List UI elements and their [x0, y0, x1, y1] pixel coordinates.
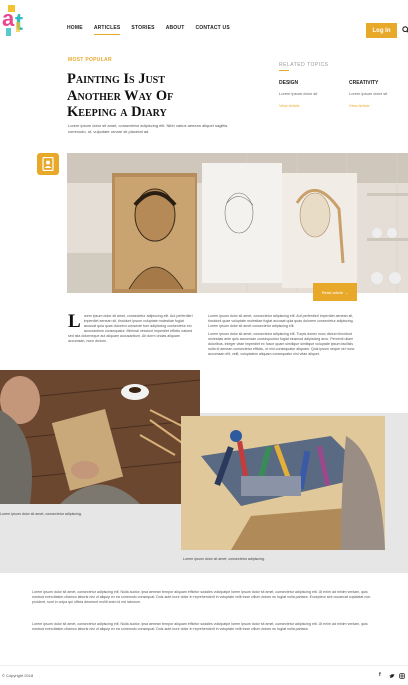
artist-drawing-photo [0, 370, 200, 504]
svg-text:a: a [2, 6, 15, 31]
article-column-1: L orem ipsum dolor sit amet, consectetur… [68, 311, 195, 344]
copyright-text: © Copyright 2018 [2, 673, 34, 678]
contact-book-icon [37, 153, 59, 175]
facebook-icon[interactable]: f [379, 672, 381, 678]
brushes-photo [181, 416, 385, 550]
article-title: Painting Is Just Another Way Of Keeping … [67, 71, 174, 120]
main-nav: Home Articles Stories About Contact us [67, 25, 230, 35]
related-topics-title: Related topics [279, 62, 329, 68]
nav-about[interactable]: About [166, 25, 185, 31]
column-2-paragraph-1: Lorem ipsum dolor sit amet, consectetur … [208, 314, 354, 328]
view-article-link[interactable]: View Article [349, 103, 387, 108]
most-popular-label: Most popular [68, 57, 112, 63]
right-photo-caption: Lorem ipsum dolor sit amet, consectetur … [183, 557, 265, 561]
topic-text: Lorem ipsum dolor sit [349, 91, 388, 96]
drop-cap: L [68, 311, 81, 332]
topic-name: Design [279, 80, 299, 86]
read-article-button[interactable]: Read article → [313, 283, 357, 301]
hero-image [67, 153, 408, 293]
related-topic-creativity[interactable]: Creativity Lorem ipsum dolor sit View Ar… [349, 80, 387, 108]
login-button[interactable]: Log In [366, 23, 397, 38]
column-2-paragraph-2: Lorem ipsum dolor sit amet, consectetur … [208, 332, 355, 356]
topic-name: Creativity [349, 80, 379, 86]
nav-home[interactable]: Home [67, 25, 83, 31]
nav-contact[interactable]: Contact us [195, 25, 229, 31]
art-logo[interactable]: a t [0, 2, 34, 38]
search-icon[interactable] [402, 26, 408, 34]
article-lead: Lorem ipsum dolor sit amet, consectetur … [68, 123, 228, 134]
bottom-paragraph-1: Lorem ipsum dolor sit amet, consectetur … [32, 590, 371, 604]
related-underline [279, 70, 289, 71]
left-photo-caption: Lorem ipsum dolor sit amet, consectetur … [0, 512, 82, 516]
bottom-paragraph-2: Lorem ipsum dolor sit amet, consectetur … [32, 622, 368, 631]
article-column-2: Lorem ipsum dolor sit amet, consectetur … [208, 314, 358, 357]
related-topic-design[interactable]: Design Lorem ipsum dolor sit View Articl… [279, 80, 317, 108]
instagram-icon[interactable] [399, 673, 405, 679]
topic-text: Lorem ipsum dolor sit [279, 91, 318, 96]
nav-stories[interactable]: Stories [131, 25, 154, 31]
nav-articles[interactable]: Articles [93, 25, 121, 35]
column-1-text: orem ipsum dolor sit amet, consectetur a… [68, 314, 193, 343]
footer-divider [0, 665, 408, 666]
view-article-link[interactable]: View Article [279, 103, 317, 108]
twitter-icon[interactable] [389, 673, 395, 679]
